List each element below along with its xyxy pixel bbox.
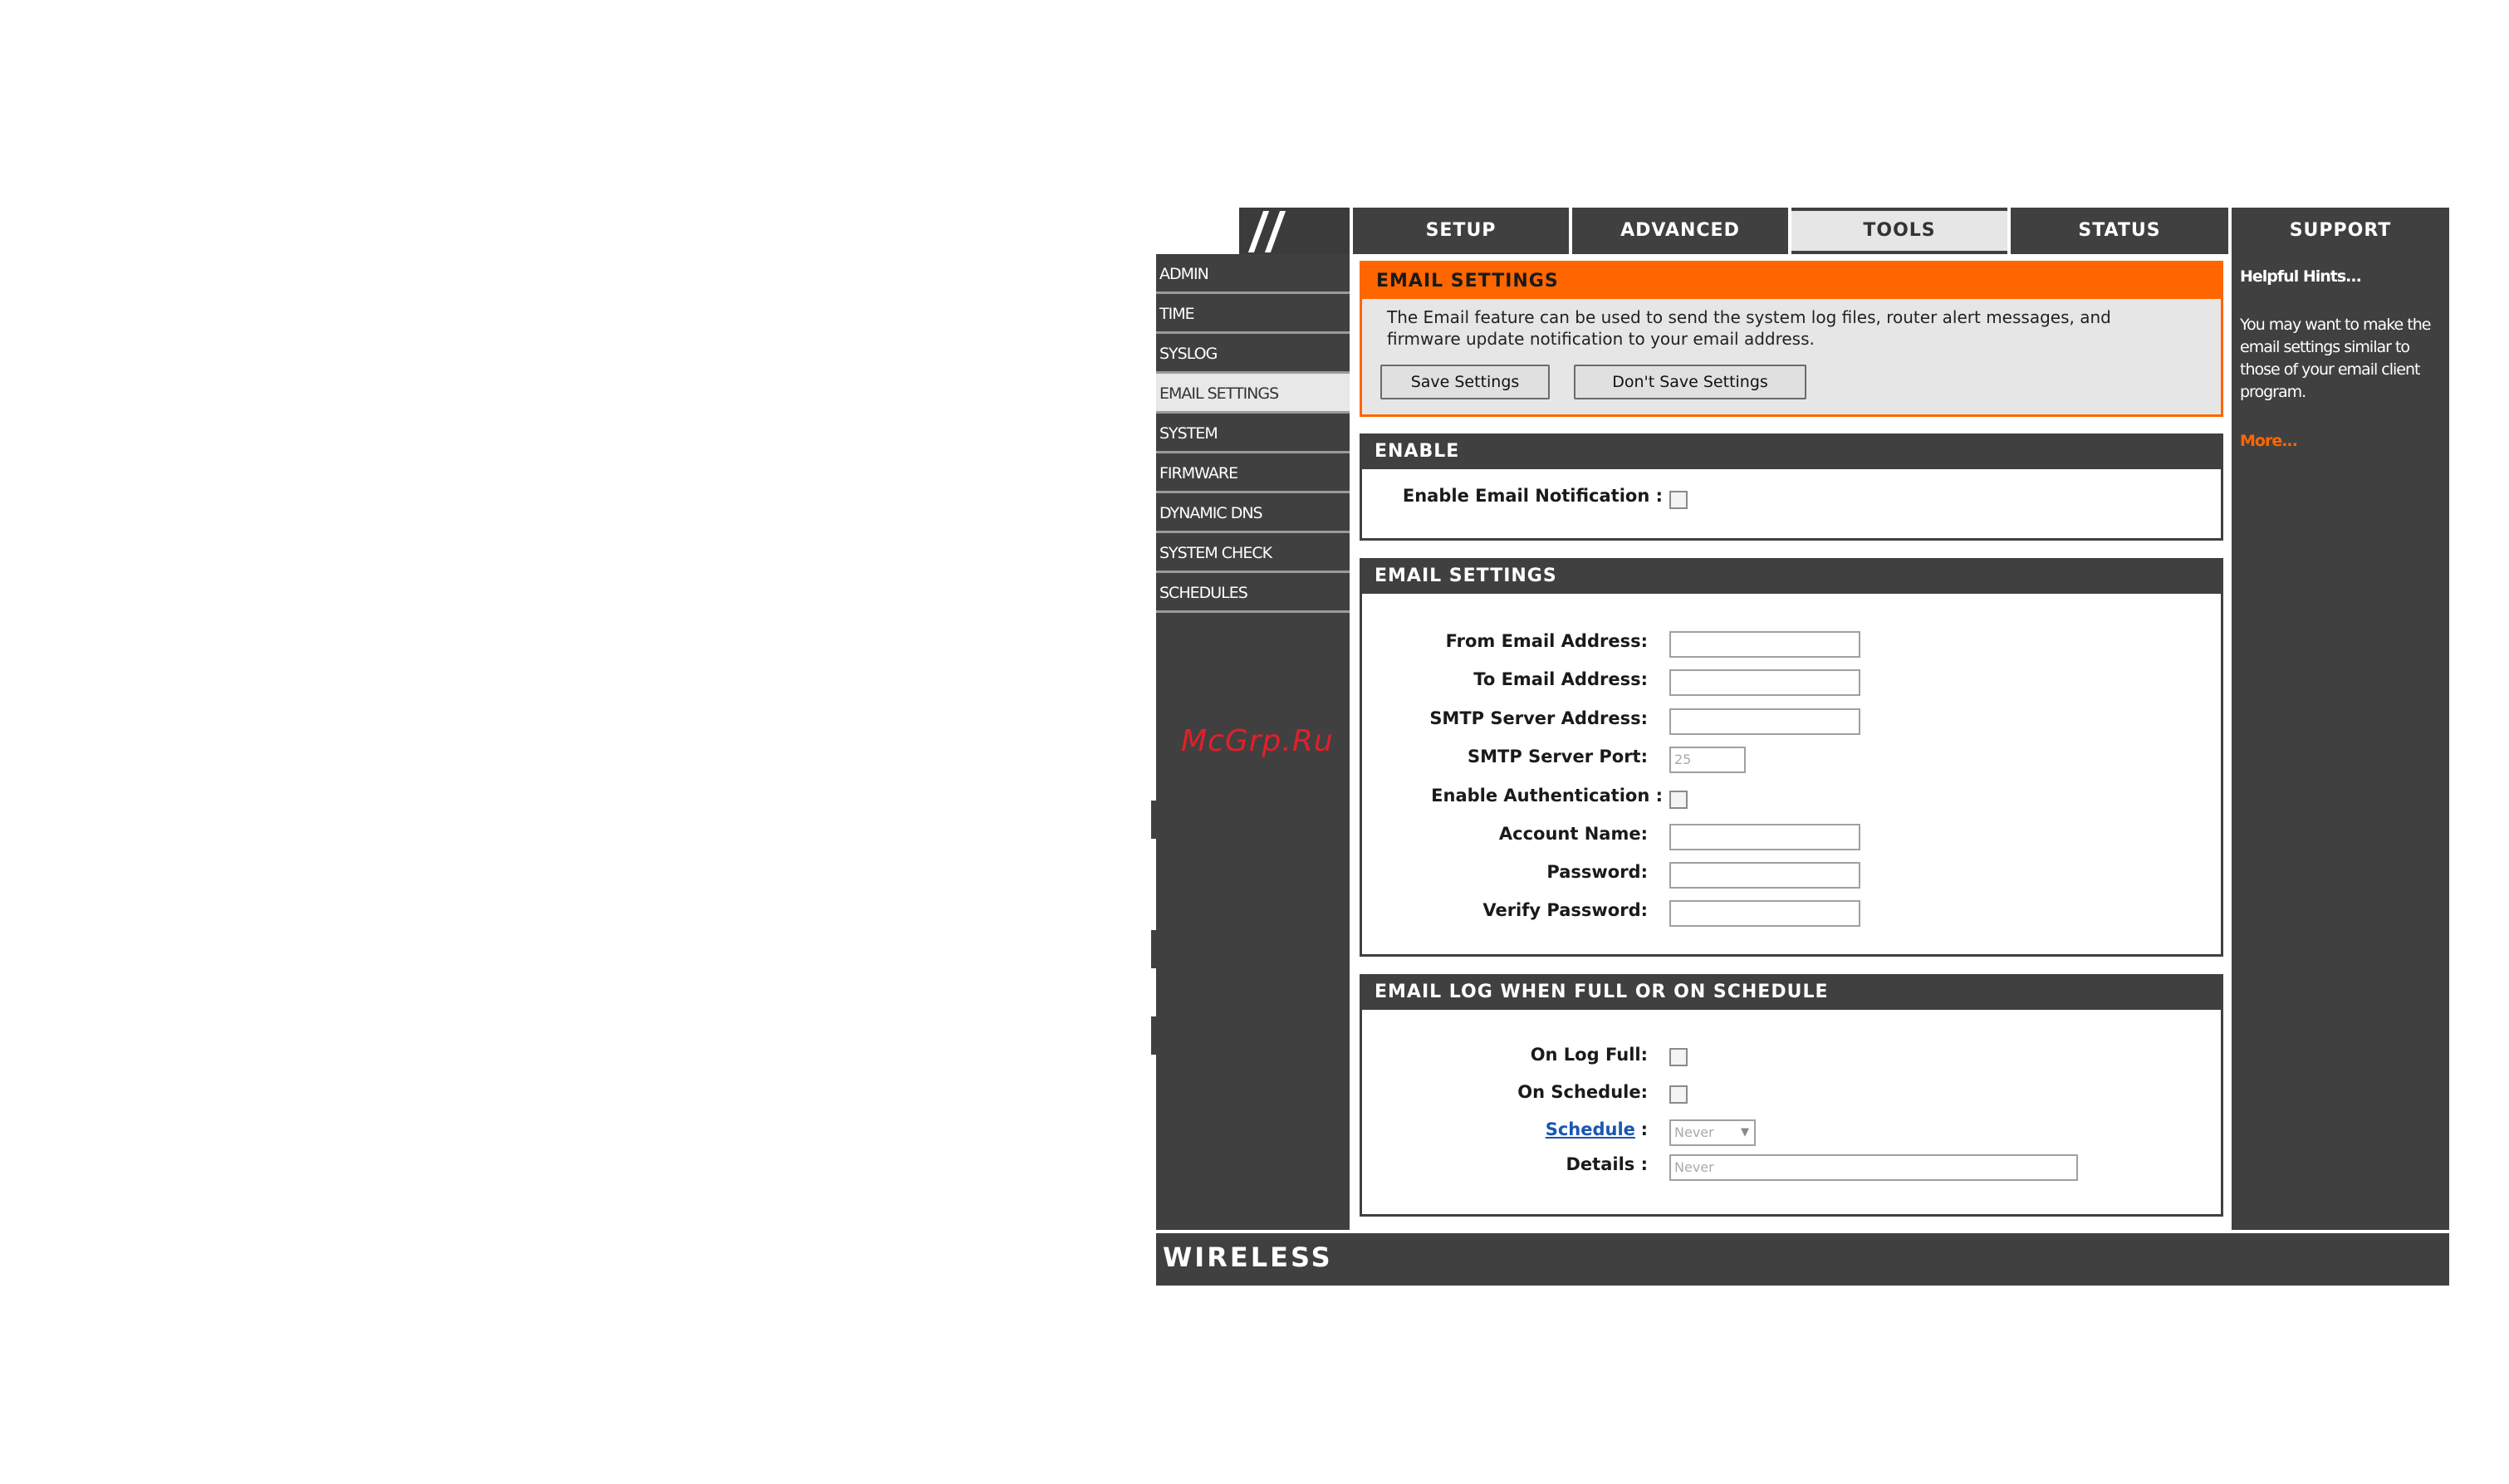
from-email-label: From Email Address: (1445, 631, 1648, 651)
footer: WIRELESS (1156, 1230, 2449, 1286)
enable-auth-checkbox[interactable] (1669, 791, 1688, 809)
sidebar-item-schedules[interactable]: SCHEDULES (1156, 573, 1350, 613)
account-name-input[interactable] (1669, 824, 1860, 850)
dlink-logo (1239, 208, 1350, 254)
watermark-text: McGrp.Ru (1181, 724, 1334, 758)
edge-mark (1151, 1016, 1156, 1055)
account-name-label: Account Name: (1498, 824, 1648, 844)
sidebar: ADMIN TIME SYSLOG EMAIL SETTINGS SYSTEM … (1156, 254, 1350, 613)
on-schedule-label: On Schedule: (1517, 1082, 1648, 1102)
verify-password-label: Verify Password: (1482, 900, 1648, 920)
enable-auth-label: Enable Authentication : (1431, 786, 1663, 806)
dont-save-settings-button[interactable]: Don't Save Settings (1574, 365, 1806, 399)
tab-status[interactable]: STATUS (2011, 208, 2228, 254)
smtp-server-input[interactable] (1669, 708, 1860, 735)
email-log-section-title: EMAIL LOG WHEN FULL OR ON SCHEDULE (1360, 974, 2223, 1010)
on-schedule-checkbox[interactable] (1669, 1085, 1688, 1104)
intro-title: EMAIL SETTINGS (1362, 263, 2221, 299)
on-log-full-label: On Log Full: (1530, 1045, 1648, 1065)
sidebar-item-dynamic-dns[interactable]: DYNAMIC DNS (1156, 493, 1350, 533)
tab-support[interactable]: SUPPORT (2232, 208, 2449, 254)
enable-notification-label: Enable Email Notification : (1402, 486, 1663, 506)
enable-notification-checkbox[interactable] (1669, 491, 1688, 509)
hints-more-link[interactable]: More... (2240, 432, 2298, 450)
on-log-full-checkbox[interactable] (1669, 1048, 1688, 1066)
smtp-port-input[interactable]: 25 (1669, 747, 1746, 773)
edge-mark (1151, 801, 1156, 839)
schedule-select[interactable]: Never ▼ (1669, 1119, 1756, 1146)
tab-setup[interactable]: SETUP (1353, 208, 1569, 254)
edge-mark (1151, 930, 1156, 968)
from-email-input[interactable] (1669, 631, 1860, 658)
intro-description: The Email feature can be used to send th… (1387, 307, 2111, 349)
details-input[interactable]: Never (1669, 1154, 2078, 1181)
verify-password-input[interactable] (1669, 900, 1860, 927)
schedule-link[interactable]: Schedule (1546, 1119, 1635, 1139)
sidebar-item-email-settings[interactable]: EMAIL SETTINGS (1156, 374, 1350, 414)
details-label: Details : (1566, 1154, 1649, 1174)
tab-tools[interactable]: TOOLS (1791, 211, 2007, 251)
schedule-colon: : (1640, 1119, 1648, 1139)
top-nav: SETUP ADVANCED TOOLS STATUS SUPPORT (1350, 208, 2449, 254)
intro-panel: EMAIL SETTINGS The Email feature can be … (1360, 261, 2223, 417)
smtp-port-label: SMTP Server Port: (1468, 747, 1648, 766)
hints-title: Helpful Hints... (2240, 267, 2362, 286)
sidebar-item-system[interactable]: SYSTEM (1156, 414, 1350, 453)
sidebar-item-time[interactable]: TIME (1156, 294, 1350, 334)
enable-panel: ENABLE Enable Email Notification : (1360, 433, 2223, 541)
tab-advanced[interactable]: ADVANCED (1572, 208, 1788, 254)
save-settings-button[interactable]: Save Settings (1380, 365, 1550, 399)
schedule-label-row: Schedule : (1546, 1119, 1648, 1139)
email-settings-section-title: EMAIL SETTINGS (1360, 558, 2223, 594)
email-log-panel: EMAIL LOG WHEN FULL OR ON SCHEDULE On Lo… (1360, 974, 2223, 1217)
hints-text: You may want to make the email settings … (2240, 316, 2431, 401)
to-email-input[interactable] (1669, 669, 1860, 696)
sidebar-item-admin[interactable]: ADMIN (1156, 254, 1350, 294)
router-admin-page: SETUP ADVANCED TOOLS STATUS SUPPORT ADMI… (1151, 208, 2509, 1286)
logo-area (1156, 208, 1350, 254)
helpful-hints-panel: Helpful Hints... You may want to make th… (2232, 254, 2449, 1230)
sidebar-item-syslog[interactable]: SYSLOG (1156, 334, 1350, 374)
smtp-server-label: SMTP Server Address: (1429, 708, 1648, 728)
to-email-label: To Email Address: (1473, 669, 1648, 689)
footer-brand: WIRELESS (1163, 1242, 1333, 1273)
password-label: Password: (1546, 862, 1648, 882)
chevron-down-icon: ▼ (1741, 1126, 1749, 1139)
password-input[interactable] (1669, 862, 1860, 889)
schedule-select-value: Never (1674, 1124, 1714, 1140)
sidebar-item-firmware[interactable]: FIRMWARE (1156, 453, 1350, 493)
email-settings-panel: EMAIL SETTINGS From Email Address: To Em… (1360, 558, 2223, 957)
sidebar-item-system-check[interactable]: SYSTEM CHECK (1156, 533, 1350, 573)
enable-section-title: ENABLE (1360, 433, 2223, 469)
